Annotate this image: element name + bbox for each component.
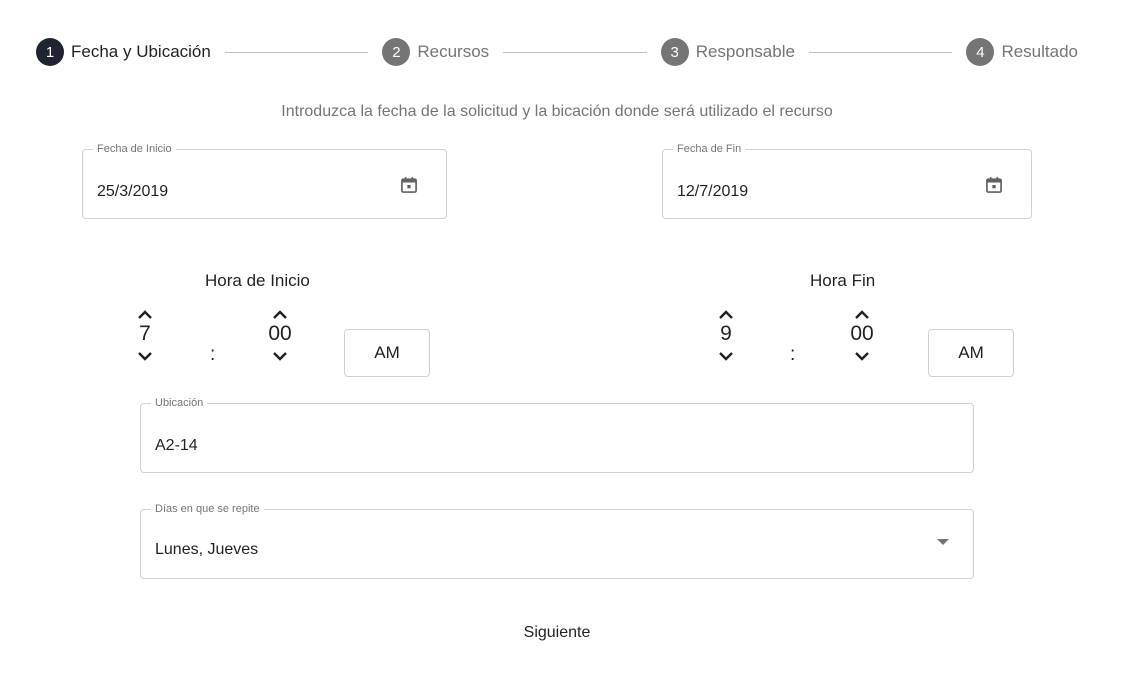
calendar-icon[interactable]	[984, 175, 1004, 195]
end-date-value: 12/7/2019	[677, 183, 749, 200]
start-hour-value[interactable]: 7	[115, 321, 175, 349]
step-label: Fecha y Ubicación	[71, 42, 211, 61]
step-responsable[interactable]: 3 Responsable	[660, 38, 795, 66]
end-hour-picker: 9	[696, 308, 756, 363]
repeat-days-value: Lunes, Jueves	[155, 541, 259, 558]
step-number: 2	[382, 38, 411, 66]
location-field[interactable]: Ubicación A2-14	[140, 397, 974, 473]
chevron-down-icon[interactable]	[136, 351, 154, 363]
step-number: 1	[36, 38, 64, 66]
step-connector	[503, 51, 647, 53]
end-date-label: Fecha de Fin	[673, 143, 746, 156]
step-connector	[224, 51, 369, 53]
end-time-title: Hora Fin	[810, 271, 876, 290]
chevron-down-icon[interactable]	[717, 351, 735, 363]
next-button[interactable]: Siguiente	[507, 621, 607, 645]
step-number: 3	[660, 38, 689, 66]
calendar-icon[interactable]	[399, 175, 419, 195]
step-connector	[808, 51, 953, 53]
end-minute-picker: 00	[832, 308, 892, 363]
repeat-days-select[interactable]: Días en que se repite Lunes, Jueves	[140, 503, 974, 579]
end-ampm-toggle[interactable]: AM	[928, 329, 1014, 377]
step-label: Resultado	[1001, 42, 1079, 61]
start-time-title: Hora de Inicio	[205, 271, 310, 290]
start-minute-value[interactable]: 00	[250, 321, 310, 349]
chevron-down-icon[interactable]	[853, 351, 871, 363]
start-ampm-toggle[interactable]: AM	[344, 329, 430, 377]
step-number: 4	[966, 38, 995, 66]
stepper: 1 Fecha y Ubicación 2 Recursos 3 Respons…	[36, 37, 1078, 67]
time-separator: :	[210, 344, 216, 365]
step-fecha-ubicacion[interactable]: 1 Fecha y Ubicación	[36, 38, 211, 66]
start-hour-picker: 7	[115, 308, 175, 363]
start-date-field[interactable]: Fecha de Inicio 25/3/2019	[82, 143, 447, 219]
chevron-up-icon[interactable]	[717, 308, 735, 320]
start-date-label: Fecha de Inicio	[93, 143, 176, 156]
instructions-text: Introduzca la fecha de la solicitud y la…	[281, 103, 833, 120]
location-value: A2-14	[155, 437, 198, 454]
repeat-days-label: Días en que se repite	[151, 503, 264, 516]
chevron-down-icon[interactable]	[271, 351, 289, 363]
time-separator: :	[790, 344, 796, 365]
chevron-up-icon[interactable]	[853, 308, 871, 320]
location-label: Ubicación	[151, 397, 208, 410]
step-label: Responsable	[695, 42, 795, 61]
end-date-field[interactable]: Fecha de Fin 12/7/2019	[662, 143, 1032, 219]
step-recursos[interactable]: 2 Recursos	[382, 38, 489, 66]
end-minute-value[interactable]: 00	[832, 321, 892, 349]
step-label: Recursos	[417, 42, 490, 61]
chevron-up-icon[interactable]	[136, 308, 154, 320]
step-resultado[interactable]: 4 Resultado	[966, 38, 1078, 66]
start-minute-picker: 00	[250, 308, 310, 363]
end-hour-value[interactable]: 9	[696, 321, 756, 349]
chevron-up-icon[interactable]	[271, 308, 289, 320]
dropdown-arrow-icon[interactable]	[937, 539, 949, 545]
start-date-value: 25/3/2019	[97, 183, 169, 200]
